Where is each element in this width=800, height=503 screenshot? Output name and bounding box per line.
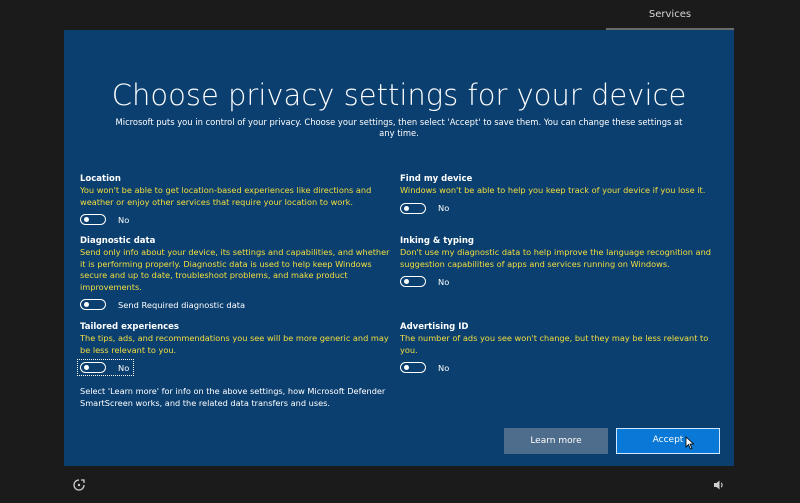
toggle-row: No [400,276,718,287]
setting-location: Location You won't be able to get locati… [80,174,380,225]
toggle-label: Send Required diagnostic data [118,299,246,310]
toggle-knob [404,205,409,211]
toggle-label: No [118,214,130,225]
toggle-row: No [76,359,390,376]
toggle-knob [84,217,89,222]
inking-typing-toggle[interactable] [400,276,426,287]
toggle-label: No [438,203,450,213]
learn-more-footnote: Select 'Learn more' for info on the abov… [80,386,386,408]
setting-description: You won't be able to get location-based … [80,185,372,207]
learn-more-button[interactable]: Learn more [504,428,608,454]
toggle-label: No [438,362,450,373]
tailored-experiences-toggle[interactable] [80,362,106,373]
privacy-panel: Choose privacy settings for your device … [64,30,734,466]
setting-title: Find my device [400,174,473,184]
volume-icon[interactable] [712,478,726,492]
toggle-knob [404,365,409,370]
toggle-row: No [400,362,718,373]
ease-of-access-icon[interactable] [72,478,86,492]
toggle-row: Send Required diagnostic data [80,299,390,310]
setting-description: The number of ads you see won't change, … [400,333,709,355]
setting-diagnostic-data: Diagnostic data Send only info about you… [80,236,390,310]
accept-button[interactable]: Accept [616,428,720,454]
toggle-label: No [438,276,450,287]
toggle-row: No [400,202,718,214]
setting-title: Location [80,174,121,184]
mouse-cursor-icon [685,436,695,450]
toggle-knob [84,365,89,370]
toggle-knob [84,302,89,307]
diagnostic-data-toggle[interactable] [80,299,106,310]
advertising-id-toggle[interactable] [400,362,426,373]
setting-description: Windows won't be able to help you keep t… [400,185,706,195]
find-my-device-toggle[interactable] [400,202,426,214]
setting-description: The tips, ads, and recommendations you s… [80,333,389,355]
setting-title: Tailored experiences [80,322,179,332]
setting-description: Send only info about your device, its se… [80,247,390,292]
page-title: Choose privacy settings for your device [111,78,687,112]
top-bar: Services [0,0,800,30]
setting-advertising-id: Advertising ID The number of ads you see… [400,322,718,373]
setting-inking-typing: Inking & typing Don't use my diagnostic … [400,236,718,287]
location-toggle[interactable] [80,214,106,225]
setting-tailored-experiences: Tailored experiences The tips, ads, and … [76,322,390,376]
services-tab[interactable]: Services [606,6,734,30]
setting-title: Inking & typing [400,236,474,246]
setting-title: Diagnostic data [80,236,156,246]
setting-find-my-device: Find my device Windows won't be able to … [400,174,718,214]
focused-toggle-wrapper: No [76,359,135,376]
toggle-row: No [80,214,380,225]
toggle-label: No [118,362,130,373]
setting-description: Don't use my diagnostic data to help imp… [400,247,711,269]
page-subtitle: Microsoft puts you in control of your pr… [115,117,683,138]
toggle-knob [404,279,409,284]
setting-title: Advertising ID [400,322,469,332]
